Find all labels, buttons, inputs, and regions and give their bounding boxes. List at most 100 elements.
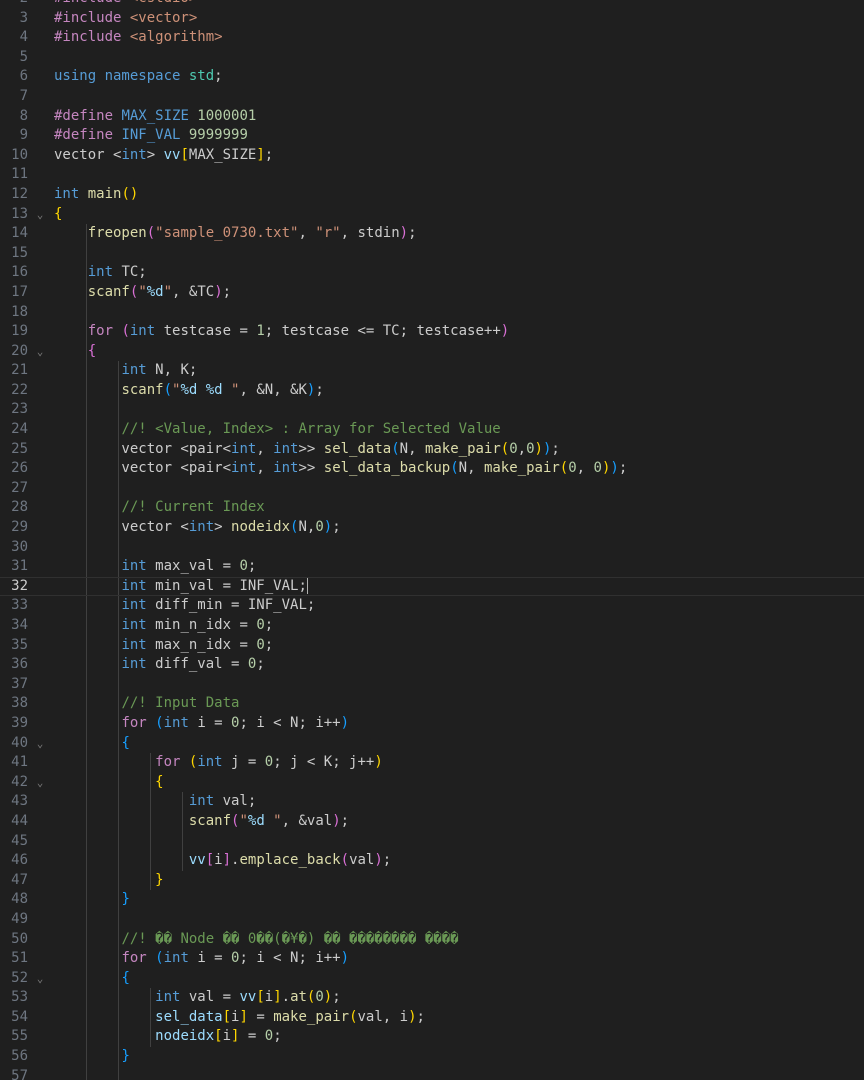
code-line[interactable]: 3 #include <vector> xyxy=(0,9,864,29)
code-line[interactable]: 18 xyxy=(0,302,864,323)
code-token: for xyxy=(121,714,156,731)
code-line[interactable]: 39 for (int i = 0; i < N; i++) xyxy=(0,713,864,734)
code-line[interactable]: 45 xyxy=(0,831,864,852)
code-line[interactable]: 26 vector <pair<int, int>> sel_data_back… xyxy=(0,459,864,479)
code-token: scanf xyxy=(87,283,130,300)
code-line[interactable]: 12 int main() xyxy=(0,185,864,205)
code-line[interactable]: 33 int diff_min = INF_VAL; xyxy=(0,596,864,616)
code-token: <vector> xyxy=(129,9,198,26)
code-line[interactable]: 38 //! Input Data xyxy=(0,694,864,714)
code-line[interactable]: 4 #include <algorithm> xyxy=(0,28,864,48)
code-line[interactable]: 5 xyxy=(0,48,864,68)
code-line[interactable]: 51 for (int i = 0; i < N; i++) xyxy=(0,949,864,969)
fold-chevron-icon[interactable]: ⌄ xyxy=(34,342,46,362)
code-line[interactable]: 21 int N, K; xyxy=(0,361,864,381)
code-token: min_val = INF_VAL; xyxy=(155,577,307,594)
code-token: for xyxy=(121,950,156,967)
code-line[interactable]: 23 xyxy=(0,400,864,421)
code-token: [ xyxy=(214,1028,223,1045)
code-text: } xyxy=(54,1047,129,1067)
code-line[interactable]: 6 using namespace std; xyxy=(0,67,864,87)
code-token: , &TC xyxy=(172,283,215,300)
code-token: ) xyxy=(610,460,619,477)
line-number: 50 xyxy=(11,930,28,947)
code-line[interactable]: 36 int diff_val = 0; xyxy=(0,655,864,675)
fold-chevron-icon[interactable]: ⌄ xyxy=(34,969,46,989)
code-line[interactable]: 24 //! <Value, Index> : Array for Select… xyxy=(0,420,864,440)
code-line[interactable]: 49 xyxy=(0,909,864,930)
code-token: ) xyxy=(340,950,350,967)
code-editor[interactable]: 2 #include <cstdio> 3 #include <vector> 4 #in… xyxy=(0,0,864,1080)
code-line[interactable]: 55 nodeidx[i] = 0; xyxy=(0,1027,864,1048)
code-line[interactable]: 19 for (int testcase = 1; testcase <= TC… xyxy=(0,322,864,342)
code-line[interactable]: 41 for (int j = 0; j < K; j++) xyxy=(0,753,864,773)
code-line[interactable]: 17 scanf("%d", &TC); xyxy=(0,282,864,303)
code-line[interactable]: 42 ⌄ { xyxy=(0,772,864,793)
code-line[interactable]: 16 int TC; xyxy=(0,263,864,283)
code-line[interactable]: 40 ⌄ { xyxy=(0,733,864,754)
code-token: namespace xyxy=(104,68,189,85)
code-line[interactable]: 37 xyxy=(0,674,864,695)
line-number: 5 xyxy=(19,48,28,65)
code-line[interactable]: 32 int min_val = INF_VAL; xyxy=(0,576,864,597)
code-line[interactable]: 44 scanf("%d ", &val); xyxy=(0,811,864,832)
code-token: TC; xyxy=(121,264,147,281)
code-line[interactable]: 52 ⌄ { xyxy=(0,968,864,989)
code-line[interactable]: 35 int max_n_idx = 0; xyxy=(0,635,864,656)
line-number: 38 xyxy=(11,695,28,712)
code-line[interactable]: 2 #include <cstdio> xyxy=(0,0,864,9)
code-token: } xyxy=(155,871,164,888)
fold-chevron-icon[interactable]: ⌄ xyxy=(34,734,46,754)
code-text: nodeidx[i] = 0; xyxy=(54,1027,282,1047)
code-token: ) xyxy=(340,714,350,731)
code-token: , &val xyxy=(281,812,333,829)
code-line[interactable]: 10 vector <int> vv[MAX_SIZE]; xyxy=(0,146,864,166)
code-line[interactable]: 34 int min_n_idx = 0; xyxy=(0,616,864,636)
code-line[interactable]: 13 ⌄ { xyxy=(0,205,864,225)
code-line[interactable]: 20 ⌄ { xyxy=(0,341,864,362)
code-line[interactable]: 57 xyxy=(0,1066,864,1080)
code-token: #include xyxy=(54,9,130,26)
line-number: 45 xyxy=(11,832,28,849)
code-line[interactable]: 47 } xyxy=(0,870,864,891)
code-line[interactable]: 15 xyxy=(0,243,864,264)
code-line[interactable]: 14 freopen("sample_0730.txt", "r", stdin… xyxy=(0,224,864,244)
code-line[interactable]: 27 xyxy=(0,478,864,499)
code-line[interactable]: 53 int val = vv[i].at(0); xyxy=(0,988,864,1008)
code-text: { xyxy=(54,773,163,793)
code-line[interactable]: 7 xyxy=(0,87,864,107)
code-line[interactable]: 22 scanf("%d %d ", &N, &K); xyxy=(0,380,864,401)
code-line[interactable]: 11 xyxy=(0,165,864,185)
code-text: int min_val = INF_VAL; xyxy=(54,577,308,596)
line-number: 18 xyxy=(11,303,28,320)
code-token: ) xyxy=(534,440,543,457)
editor-lines[interactable]: 2 #include <cstdio> 3 #include <vector> 4 #in… xyxy=(0,0,864,1080)
code-token: ; xyxy=(214,68,223,85)
code-line[interactable]: 56 } xyxy=(0,1047,864,1067)
code-line[interactable]: 50 //! �� Node �� 0��(�¥�) �� �������� �… xyxy=(0,929,864,950)
fold-chevron-icon[interactable]: ⌄ xyxy=(34,773,46,793)
code-line[interactable]: 46 vv[i].emplace_back(val); xyxy=(0,851,864,871)
code-line[interactable]: 28 //! Current Index xyxy=(0,498,864,519)
code-line[interactable]: 9 #define INF_VAL 9999999 xyxy=(0,126,864,146)
code-line[interactable]: 54 sel_data[i] = make_pair(val, i); xyxy=(0,1007,864,1028)
fold-chevron-icon[interactable]: ⌄ xyxy=(34,205,46,225)
code-token: //! <Value, Index> : Array for Selected … xyxy=(121,421,501,438)
code-line[interactable]: 43 int val; xyxy=(0,792,864,812)
code-token: " xyxy=(222,381,240,398)
code-line[interactable]: 48 } xyxy=(0,890,864,910)
code-token: using xyxy=(54,68,105,85)
code-line[interactable]: 8 #define MAX_SIZE 1000001 xyxy=(0,107,864,127)
code-token: make_pair xyxy=(424,440,501,457)
indent-guide xyxy=(86,831,87,852)
code-line[interactable]: 29 vector <int> nodeidx(N,0); xyxy=(0,518,864,538)
code-line[interactable]: 30 xyxy=(0,537,864,558)
code-token: ; xyxy=(256,656,265,673)
code-token: nodeidx xyxy=(155,1028,215,1045)
indent-guide xyxy=(86,909,87,930)
code-line[interactable]: 25 vector <pair<int, int>> sel_data(N, m… xyxy=(0,439,864,460)
code-token: int xyxy=(163,950,198,967)
code-line[interactable]: 31 int max_val = 0; xyxy=(0,557,864,577)
